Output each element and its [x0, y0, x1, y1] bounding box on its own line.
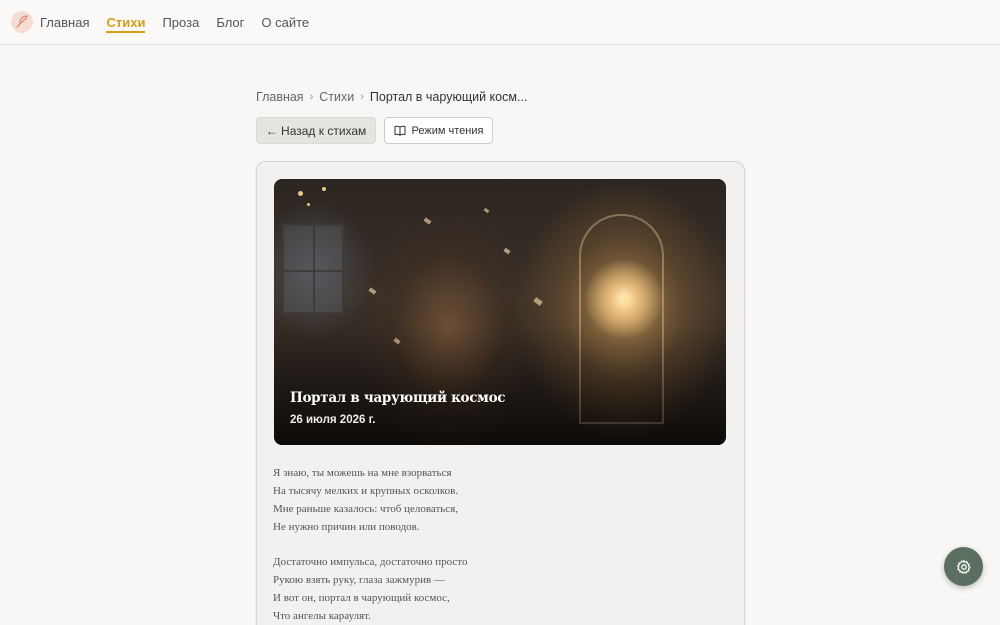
poem-line: Не нужно причин или поводов. [273, 521, 420, 533]
breadcrumb-home[interactable]: Главная [256, 90, 304, 104]
gear-icon [956, 559, 971, 574]
poem-line: Мне раньше казалось: чтоб целоваться, [273, 503, 459, 515]
poem-text: Я знаю, ты можешь на мне взорваться На т… [273, 464, 713, 625]
nav-item-prose[interactable]: Проза [162, 0, 199, 45]
top-navbar: Главная Стихи Проза Блог О сайте [0, 0, 1000, 45]
nav-item-blog[interactable]: Блог [216, 0, 244, 45]
breadcrumb-current: Портал в чарующий косм... [369, 90, 528, 104]
settings-button[interactable] [944, 547, 983, 586]
stanza-gap [273, 536, 713, 553]
reading-mode-button[interactable]: Режим чтения [384, 117, 493, 144]
poem-line: На тысячу мелких и крупных осколков. [273, 485, 459, 497]
breadcrumb: Главная › Стихи › Портал в чарующий косм… [256, 90, 527, 104]
poem-line: Достаточно импульса, достаточно просто [273, 556, 468, 568]
nav-item-home[interactable]: Главная [40, 0, 89, 45]
poem-line: Рукою взять руку, глаза зажмурив — [273, 574, 445, 586]
chevron-right-icon: › [309, 91, 314, 103]
book-open-icon [394, 125, 406, 136]
poem-line: И вот он, портал в чарующий космос, [273, 592, 450, 604]
poem-line: Что ангелы караулят. [273, 610, 371, 622]
site-logo[interactable] [11, 11, 33, 33]
main-nav: Главная Стихи Проза Блог О сайте [40, 0, 326, 45]
nav-item-about[interactable]: О сайте [261, 0, 309, 45]
breadcrumb-poems[interactable]: Стихи [319, 90, 354, 104]
nav-item-poems[interactable]: Стихи [106, 0, 145, 45]
reading-mode-label: Режим чтения [411, 124, 484, 137]
feather-icon [16, 15, 28, 28]
poem-date: 26 июля 2026 г. [290, 414, 376, 426]
back-to-poems-button[interactable]: ← Назад к стихам [256, 117, 376, 144]
chevron-right-icon: › [360, 91, 364, 103]
poem-line: Я знаю, ты можешь на мне взорваться [273, 467, 452, 479]
poem-title: Портал в чарующий космос [290, 390, 506, 406]
